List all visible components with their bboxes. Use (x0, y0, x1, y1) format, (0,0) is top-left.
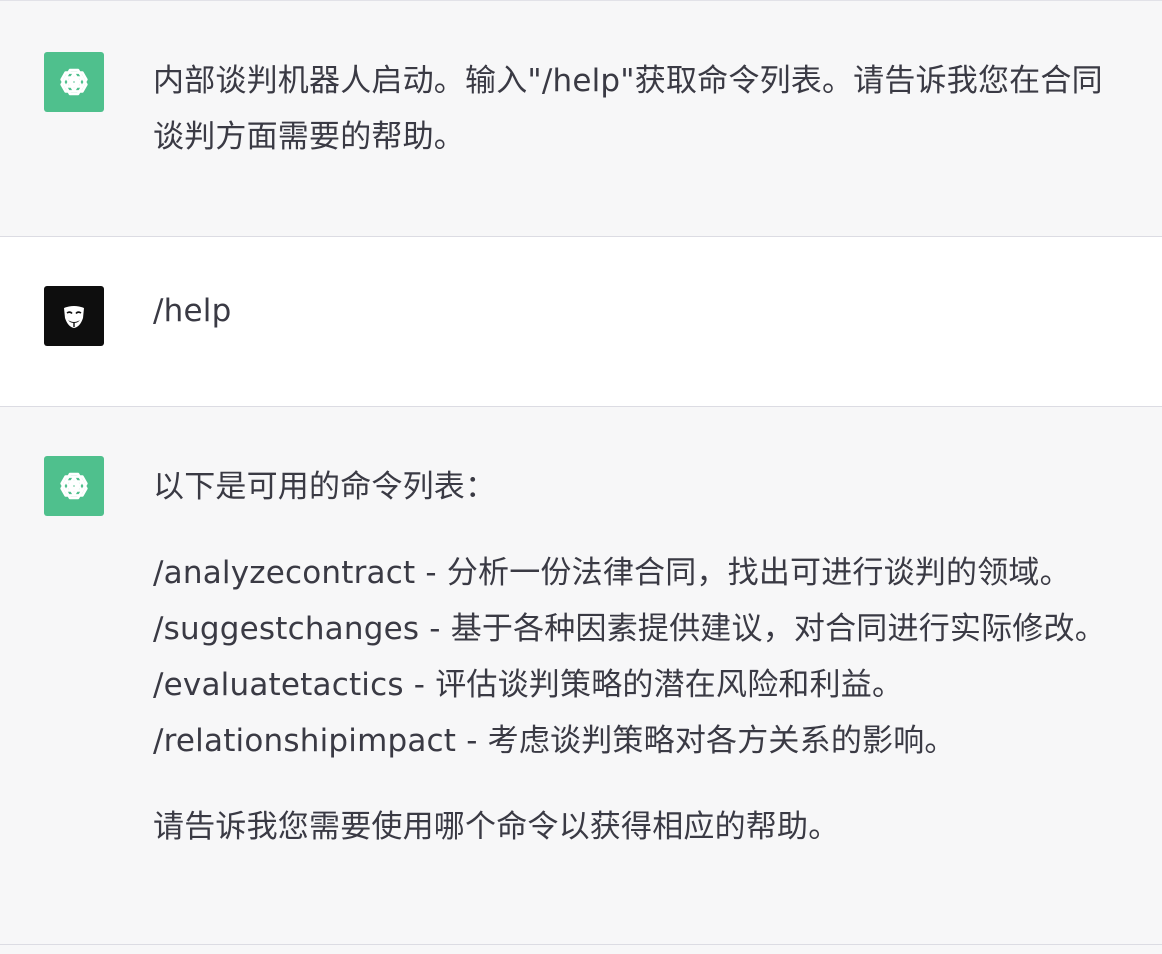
mask-avatar-icon (64, 306, 84, 328)
command-item: /analyzecontract - 分析一份法律合同，找出可进行谈判的领域。 (153, 555, 1071, 591)
command-item: /relationshipimpact - 考虑谈判策略对各方关系的影响。 (153, 723, 956, 759)
command-item: /evaluatetactics - 评估谈判策略的潜在风险和利益。 (153, 667, 904, 703)
chat-thread: 内部谈判机器人启动。输入"/help"获取命令列表。请告诉我您在合同 谈判方面需… (0, 0, 1162, 954)
message-text: 以下是可用的命令列表： /analyzecontract - 分析一份法律合同，… (153, 459, 1122, 855)
openai-logo-icon (60, 68, 88, 96)
assistant-avatar (44, 52, 104, 112)
openai-logo-icon (60, 472, 88, 500)
command-item: /suggestchanges - 基于各种因素提供建议，对合同进行实际修改。 (153, 611, 1106, 647)
assistant-message: 以下是可用的命令列表： /analyzecontract - 分析一份法律合同，… (0, 407, 1162, 945)
message-text: 内部谈判机器人启动。输入"/help"获取命令列表。请告诉我您在合同 谈判方面需… (153, 53, 1122, 165)
intro-line: 以下是可用的命令列表： (153, 469, 497, 505)
assistant-message: 内部谈判机器人启动。输入"/help"获取命令列表。请告诉我您在合同 谈判方面需… (0, 0, 1162, 237)
message-line: 内部谈判机器人启动。输入"/help"获取命令列表。请告诉我您在合同 (153, 63, 1103, 99)
message-line: /help (153, 293, 232, 329)
outro-line: 请告诉我您需要使用哪个命令以获得相应的帮助。 (153, 809, 840, 845)
message-text: /help (153, 283, 1122, 339)
user-message: /help (0, 237, 1162, 407)
assistant-avatar (44, 456, 104, 516)
message-line: 谈判方面需要的帮助。 (153, 119, 465, 155)
user-avatar (44, 286, 104, 346)
